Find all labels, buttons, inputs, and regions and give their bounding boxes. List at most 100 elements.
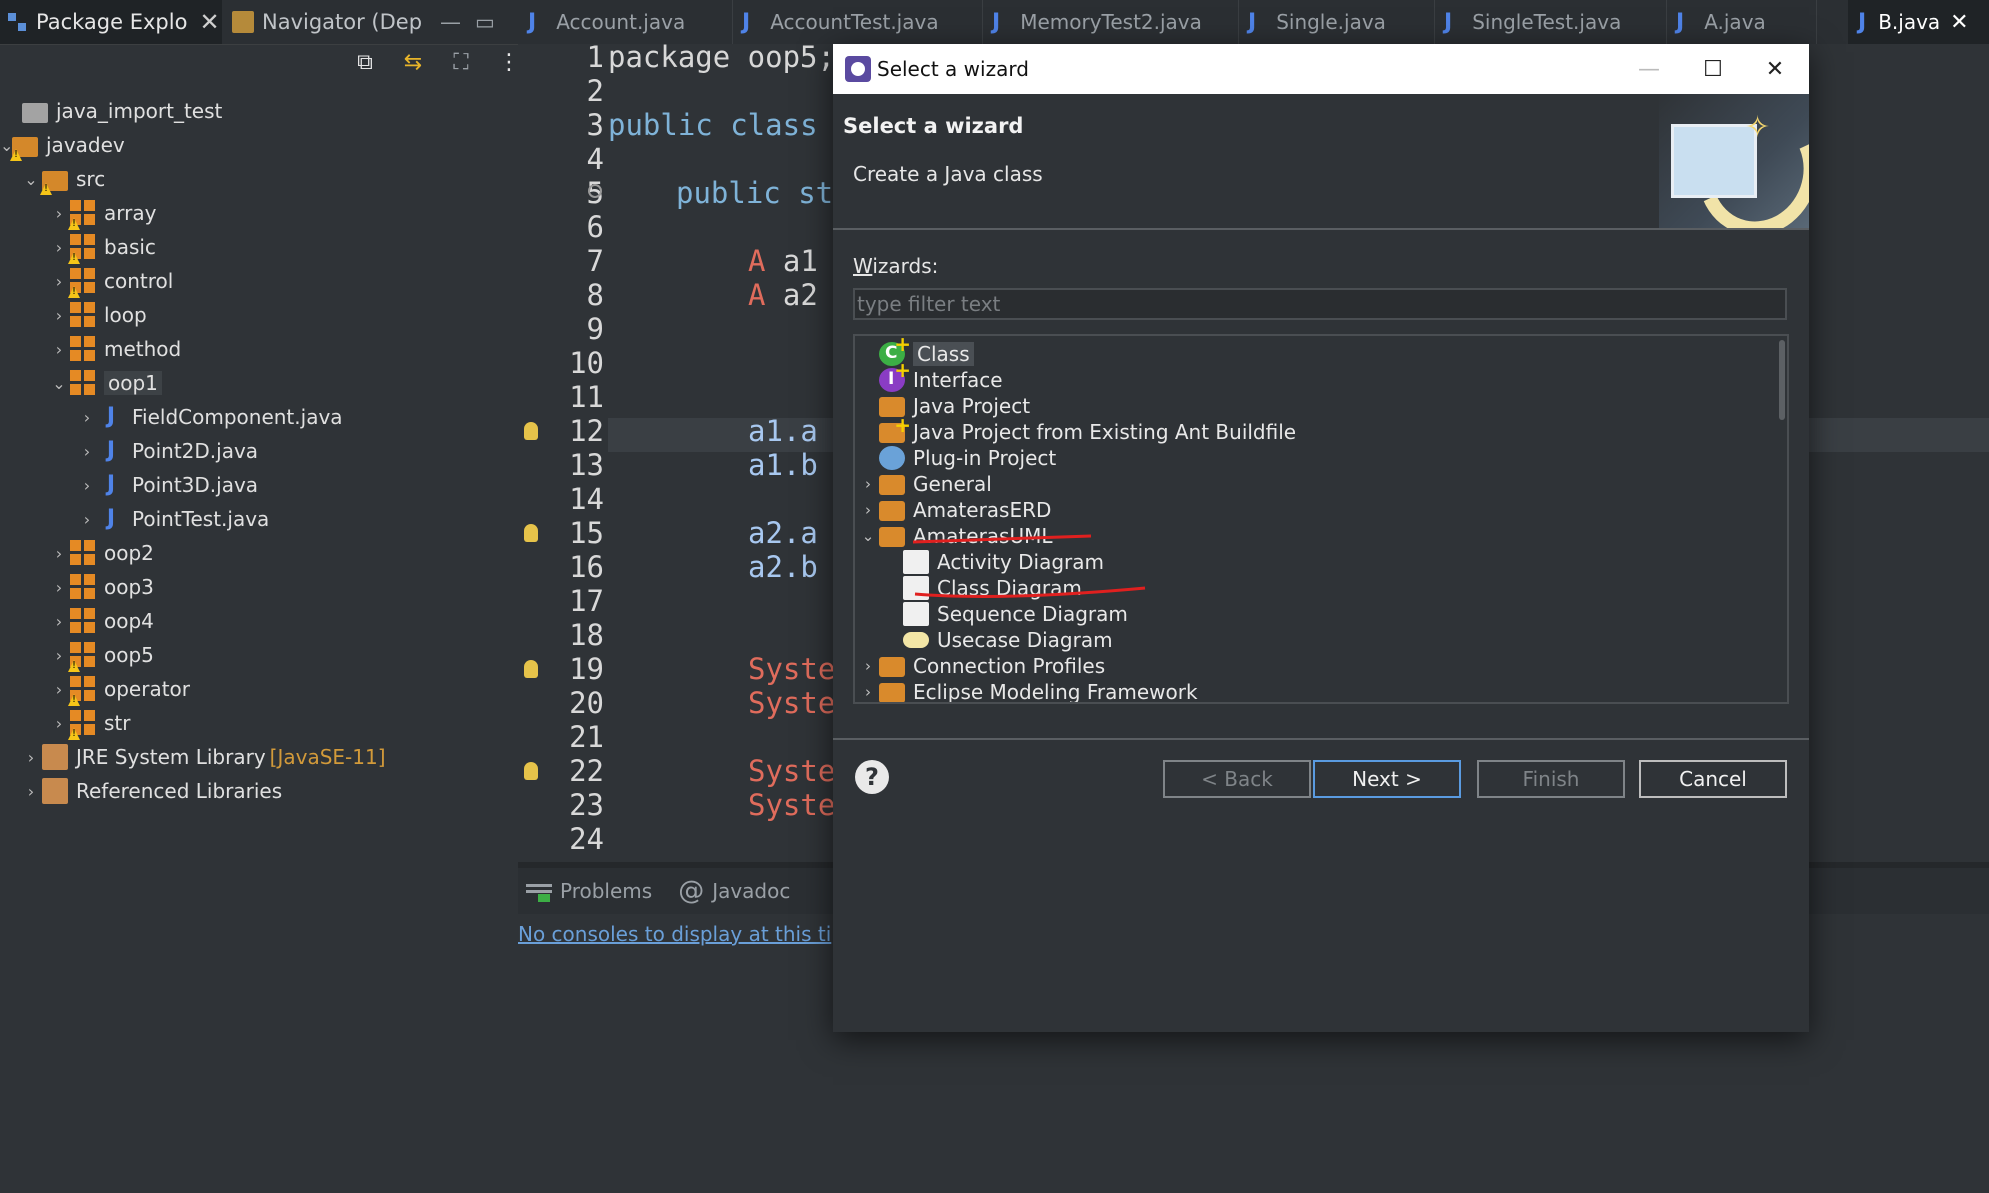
link-with-editor-icon[interactable]: ⇆ — [398, 47, 428, 77]
quick-fix-bulb-icon[interactable] — [524, 660, 538, 678]
help-icon[interactable]: ? — [855, 760, 889, 794]
chevron-down-icon[interactable]: ⌄ — [20, 170, 42, 189]
chevron-right-icon[interactable]: › — [48, 714, 70, 733]
at-icon: @ — [678, 876, 705, 906]
chevron-right-icon[interactable]: › — [48, 306, 70, 325]
minimize-icon[interactable]: — — [440, 10, 461, 34]
tree-item-point2d[interactable]: › J Point2D.java — [76, 434, 258, 468]
tab-package-explorer[interactable]: Package Explo ✕ — [0, 0, 222, 44]
chevron-right-icon[interactable]: › — [857, 657, 879, 675]
chevron-down-icon[interactable]: ⌄ — [857, 527, 879, 545]
tree-item-oop5[interactable]: › oop5 — [48, 638, 154, 672]
tab-problems[interactable]: Problems — [518, 879, 652, 903]
chevron-right-icon[interactable]: › — [76, 408, 98, 427]
tree-item-point3d[interactable]: › J Point3D.java — [76, 468, 258, 502]
tree-item-fieldcomponent[interactable]: › J FieldComponent.java — [76, 400, 343, 434]
code-line: A a2 — [748, 278, 818, 312]
close-icon[interactable]: ✕ — [1745, 44, 1805, 94]
folder-icon — [22, 103, 48, 123]
tree-item-method[interactable]: › method — [48, 332, 181, 366]
chevron-down-icon[interactable]: ⌄ — [48, 374, 70, 393]
tree-item-basic[interactable]: › basic — [48, 230, 156, 264]
chevron-right-icon[interactable]: › — [48, 238, 70, 257]
tab-b-java[interactable]: J B.java ✕ — [1848, 0, 1989, 44]
back-button[interactable]: < Back — [1163, 760, 1311, 798]
chevron-right-icon[interactable]: › — [76, 442, 98, 461]
package-icon — [70, 540, 96, 566]
tree-item-str[interactable]: › str — [48, 706, 130, 740]
chevron-right-icon[interactable]: › — [48, 204, 70, 223]
chevron-right-icon[interactable]: › — [48, 612, 70, 631]
chevron-right-icon[interactable]: › — [857, 501, 879, 519]
close-icon[interactable]: ✕ — [199, 8, 219, 36]
tree-item-operator[interactable]: › operator — [48, 672, 190, 706]
tree-item-jre-library[interactable]: › JRE System Library [JavaSE-11] — [20, 740, 386, 774]
folder-open-icon — [879, 527, 905, 547]
tree-item-referenced-libraries[interactable]: › Referenced Libraries — [20, 774, 282, 808]
chevron-right-icon[interactable]: › — [857, 475, 879, 493]
chevron-down-icon[interactable]: ⌄ — [0, 136, 13, 155]
finish-button[interactable]: Finish — [1477, 760, 1625, 798]
tab-navigator[interactable]: Navigator (Dep — [226, 0, 426, 44]
wizard-item-label: AmaterasERD — [913, 498, 1052, 522]
chevron-right-icon[interactable]: › — [857, 683, 879, 701]
minimize-icon[interactable]: — — [1619, 44, 1679, 94]
collapse-all-icon[interactable]: ⧉ — [350, 47, 380, 77]
tree-item-control[interactable]: › control — [48, 264, 173, 298]
chevron-right-icon[interactable]: › — [48, 646, 70, 665]
tree-item-pointtest[interactable]: › J PointTest.java — [76, 502, 270, 536]
tab-single-java[interactable]: J Single.java — [1238, 0, 1435, 44]
cancel-button[interactable]: Cancel — [1639, 760, 1787, 798]
focus-icon[interactable]: ⛶ — [446, 47, 476, 77]
wizard-item-emf[interactable]: › Eclipse Modeling Framework — [857, 676, 1198, 702]
code-token: st — [780, 176, 834, 210]
library-icon — [42, 778, 68, 804]
tree-item-label: src — [76, 167, 106, 191]
chevron-right-icon[interactable]: › — [20, 782, 42, 801]
tab-memorytest2-java[interactable]: J MemoryTest2.java — [982, 0, 1239, 44]
tree-item-label: oop5 — [104, 643, 154, 667]
chevron-right-icon[interactable]: › — [76, 476, 98, 495]
tab-accounttest-java[interactable]: J AccountTest.java — [732, 0, 983, 44]
wizard-list-scrollbar[interactable] — [1779, 340, 1785, 420]
tab-a-java[interactable]: J A.java — [1666, 0, 1817, 44]
quick-fix-bulb-icon[interactable] — [524, 524, 538, 542]
maximize-icon[interactable]: ▭ — [475, 10, 495, 34]
tree-item-label: Referenced Libraries — [76, 779, 283, 803]
next-button[interactable]: Next > — [1313, 760, 1461, 798]
chevron-right-icon[interactable]: › — [48, 680, 70, 699]
quick-fix-bulb-icon[interactable] — [524, 762, 538, 780]
chevron-right-icon[interactable]: › — [48, 272, 70, 291]
chevron-right-icon[interactable]: › — [76, 510, 98, 529]
chevron-right-icon[interactable]: › — [48, 340, 70, 359]
chevron-right-icon[interactable]: › — [20, 748, 42, 767]
tree-item-label: oop3 — [104, 575, 154, 599]
tree-item-oop2[interactable]: › oop2 — [48, 536, 154, 570]
maximize-icon[interactable]: ☐ — [1683, 44, 1743, 94]
tab-account-java[interactable]: J Account.java — [518, 0, 733, 44]
quick-fix-bulb-icon[interactable] — [524, 422, 538, 440]
chevron-right-icon[interactable]: › — [48, 544, 70, 563]
fold-icon[interactable] — [588, 184, 602, 198]
tree-item-array[interactable]: › array — [48, 196, 156, 230]
tree-item-src[interactable]: ⌄ src — [20, 162, 105, 196]
tree-item-label: method — [104, 337, 182, 361]
tree-item-loop[interactable]: › loop — [48, 298, 147, 332]
package-icon — [70, 200, 96, 226]
tree-item-label: oop2 — [104, 541, 154, 565]
tree-item-label: control — [104, 269, 174, 293]
close-icon[interactable]: ✕ — [1950, 10, 1968, 35]
tree-item-oop1[interactable]: ⌄ oop1 — [48, 366, 162, 400]
tab-singletest-java[interactable]: J SingleTest.java — [1434, 0, 1667, 44]
tab-javadoc[interactable]: @ Javadoc — [670, 876, 790, 906]
tree-item-oop3[interactable]: › oop3 — [48, 570, 154, 604]
select-wizard-dialog: Select a wizard — ☐ ✕ Select a wizard Cr… — [833, 44, 1809, 1032]
filter-input[interactable]: type filter text — [853, 288, 1787, 320]
view-minmax-controls: — ▭ — [440, 0, 510, 44]
chevron-right-icon[interactable]: › — [48, 578, 70, 597]
tree-item-oop4[interactable]: › oop4 — [48, 604, 154, 638]
tree-item-java-import-test[interactable]: java_import_test — [0, 94, 222, 128]
line-number: 8 — [586, 278, 604, 312]
tab-label: SingleTest.java — [1472, 10, 1622, 34]
tree-item-javadev[interactable]: ⌄ javadev — [0, 128, 125, 162]
